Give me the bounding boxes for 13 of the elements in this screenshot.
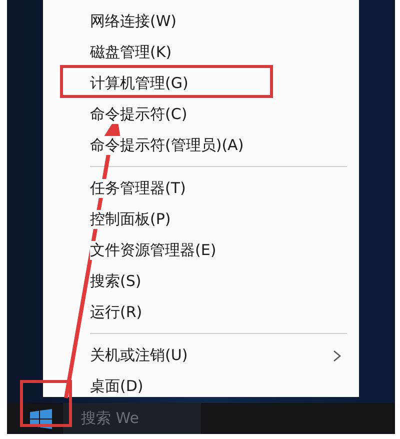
menu-item[interactable]: 控制面板(P) xyxy=(43,204,359,235)
menu-item[interactable]: 磁盘管理(K) xyxy=(43,37,359,68)
menu-item[interactable]: 网络连接(W) xyxy=(43,6,359,37)
windows-logo-icon xyxy=(30,408,52,428)
menu-item[interactable]: 命令提示符(C) xyxy=(43,99,359,130)
menu-item[interactable]: 文件资源管理器(E) xyxy=(43,235,359,266)
menu-item[interactable]: 任务管理器(T) xyxy=(43,173,359,204)
menu-item[interactable]: 运行(R) xyxy=(43,297,359,328)
menu-item[interactable]: 命令提示符(管理员)(A) xyxy=(43,130,359,161)
menu-item[interactable]: 搜索(S) xyxy=(43,266,359,297)
menu-item[interactable]: 桌面(D) xyxy=(43,371,359,402)
menu-item[interactable]: 计算机管理(G) xyxy=(43,68,359,99)
menu-item[interactable]: 关机或注销(U) xyxy=(43,340,359,371)
